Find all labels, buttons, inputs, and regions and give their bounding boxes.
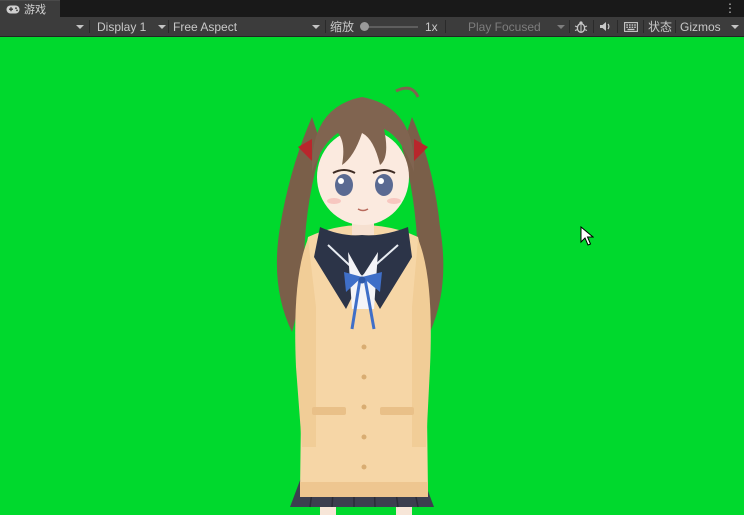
stats-button[interactable]: 状态 (648, 17, 672, 36)
display-label: Display 1 (97, 19, 147, 34)
bug-icon[interactable] (574, 17, 588, 36)
chevron-down-icon (312, 24, 320, 29)
divider (168, 20, 169, 33)
scale-value: 1x (425, 19, 438, 34)
divider (617, 20, 618, 33)
tab-game[interactable]: 游戏 (0, 0, 60, 17)
play-focus-label: Play Focused (468, 19, 541, 34)
aspect-label: Free Aspect (173, 19, 238, 34)
divider (89, 20, 90, 33)
keyboard-icon[interactable] (624, 17, 638, 36)
kebab-menu-icon[interactable]: ⋮ (724, 1, 736, 15)
chevron-down-icon (76, 24, 84, 29)
display-dropdown[interactable]: Display 1 (97, 17, 167, 36)
scale-slider[interactable] (360, 22, 418, 31)
gizmos-dropdown[interactable]: Gizmos (680, 17, 742, 36)
gizmos-label: Gizmos (680, 19, 721, 34)
divider (325, 20, 326, 33)
window-tab-bar: 游戏 ⋮ (0, 0, 744, 17)
speaker-icon[interactable] (599, 17, 612, 36)
chevron-down-icon (158, 24, 166, 29)
slider-thumb[interactable] (360, 22, 369, 31)
aspect-dropdown[interactable]: Free Aspect (173, 17, 323, 36)
view-mode-dropdown[interactable] (76, 17, 84, 36)
divider (569, 20, 570, 33)
chevron-down-icon (557, 24, 565, 29)
chevron-down-icon (731, 24, 739, 29)
divider (593, 20, 594, 33)
tab-game-label: 游戏 (24, 4, 46, 16)
divider (445, 20, 446, 33)
divider (643, 20, 644, 33)
scale-label: 缩放 (330, 20, 355, 34)
mouse-cursor-icon (580, 226, 594, 246)
anime-girl-character (276, 86, 444, 515)
play-focus-dropdown[interactable]: Play Focused (468, 17, 566, 36)
divider (675, 20, 676, 33)
gamepad-icon (6, 4, 20, 14)
game-viewport[interactable] (0, 37, 744, 515)
